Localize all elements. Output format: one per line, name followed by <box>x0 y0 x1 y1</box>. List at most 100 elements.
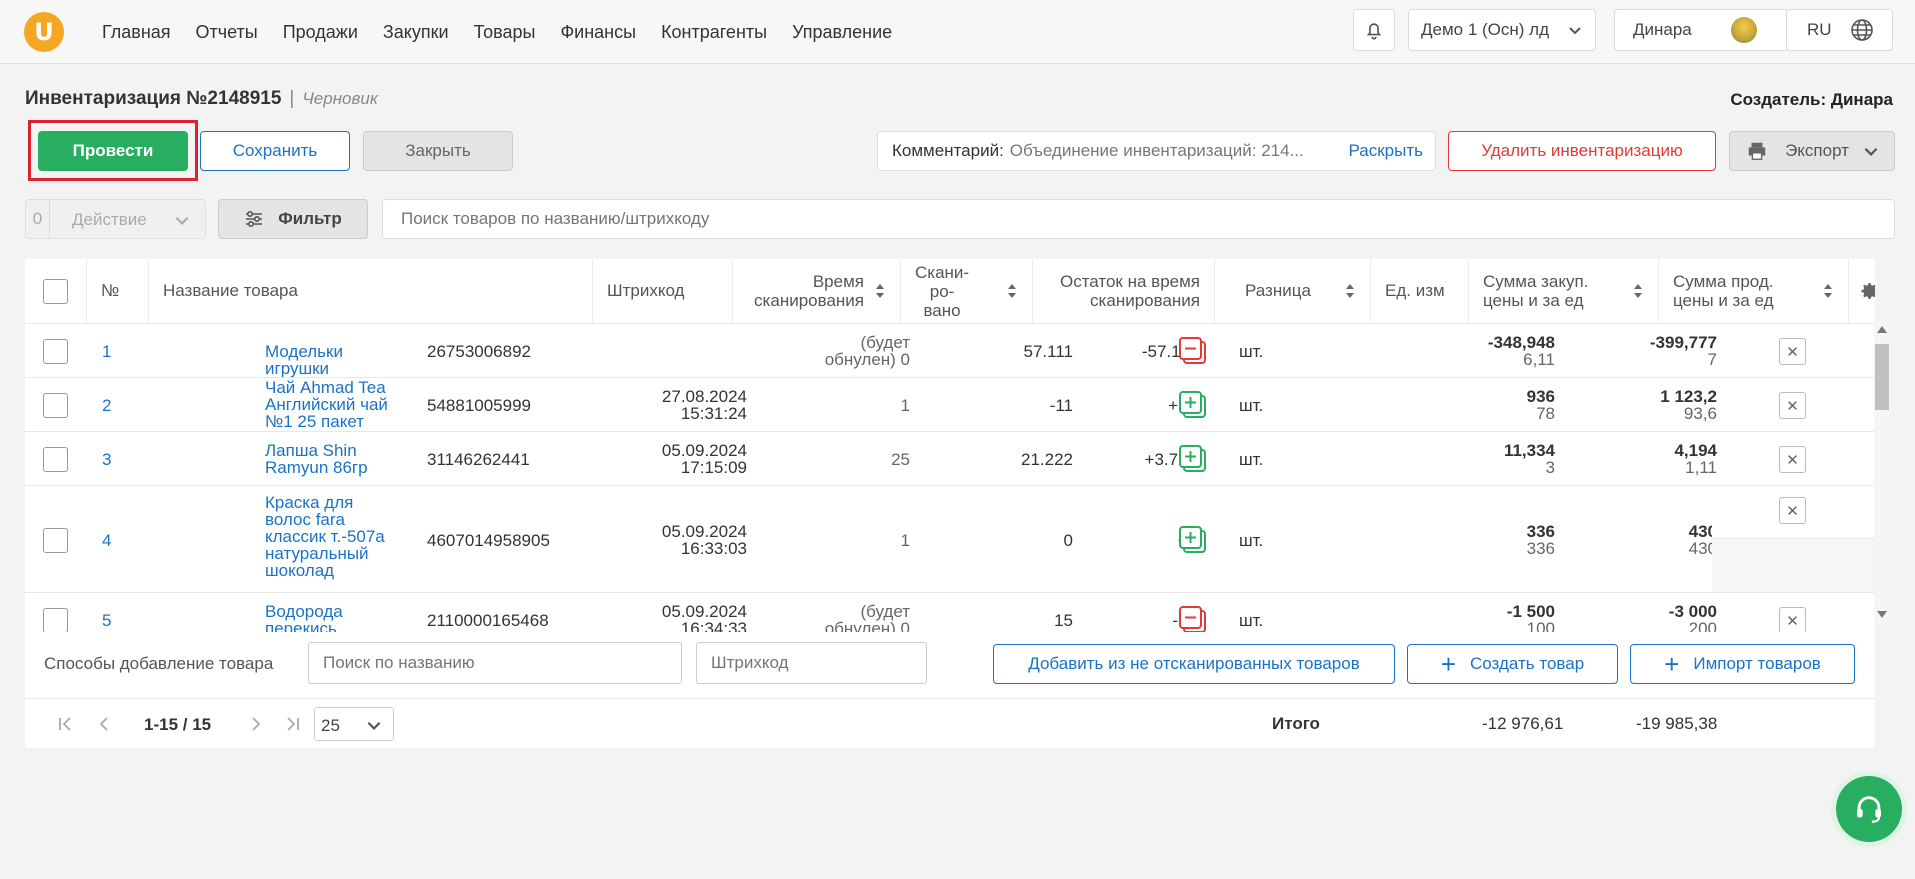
export-button[interactable]: Экспорт <box>1729 131 1895 171</box>
header-purchase-sum[interactable]: Сумма закуп. цены и за ед <box>1469 259 1659 323</box>
table-row: 2 Чай Ahmad Tea Английский чай №1 25 паке… <box>25 377 1875 431</box>
purchase-sum: 11,334 3 <box>1503 441 1555 477</box>
nav-item-purchases[interactable]: Закупки <box>383 22 449 43</box>
gear-icon[interactable] <box>1860 281 1875 301</box>
surplus-icon <box>1179 445 1206 472</box>
stock-at-scan: 15 <box>1054 611 1073 630</box>
language-selector[interactable]: RU <box>1786 9 1893 51</box>
product-search-input[interactable] <box>382 199 1895 239</box>
nav-item-contractors[interactable]: Контрагенты <box>661 22 767 43</box>
nav-item-products[interactable]: Товары <box>474 22 536 43</box>
page-size-select[interactable]: 25 <box>314 707 394 741</box>
row-checkbox[interactable] <box>43 608 68 632</box>
app-logo[interactable]: U <box>24 12 64 52</box>
header-difference[interactable]: Разница <box>1215 259 1371 323</box>
remove-row-button[interactable]: ✕ <box>1779 497 1806 524</box>
add-by-name-input[interactable] <box>308 642 682 684</box>
unit-of-measure: шт. <box>1239 530 1264 550</box>
first-page-icon[interactable] <box>57 715 75 733</box>
row-checkbox[interactable] <box>43 447 68 472</box>
purchase-sum: -348,948 6,11 <box>1487 333 1555 369</box>
import-products-button[interactable]: + Импорт товаров <box>1630 644 1855 684</box>
nav-item-home[interactable]: Главная <box>102 22 171 43</box>
selected-count: 0 <box>26 200 50 238</box>
scroll-down-arrow[interactable] <box>1877 611 1887 618</box>
scroll-up-arrow[interactable] <box>1877 326 1887 333</box>
comment-box: Комментарий: Объединение инвентаризаций:… <box>877 131 1436 171</box>
page-range: 1-15 / 15 <box>144 715 212 734</box>
nav-item-management[interactable]: Управление <box>792 22 892 43</box>
table-row: 5 Водорода перекись 2110000165468 05.09.202… <box>25 592 1875 632</box>
create-product-button[interactable]: + Создать товар <box>1407 644 1618 684</box>
row-number[interactable]: 1 <box>102 343 111 360</box>
product-name-link[interactable]: Модельки игрушки <box>265 343 395 377</box>
remove-row-button[interactable]: ✕ <box>1779 446 1806 473</box>
support-chat-button[interactable] <box>1836 776 1902 842</box>
document-creator: Создатель: Динара <box>1730 90 1893 109</box>
bell-icon <box>1366 23 1382 40</box>
filter-button[interactable]: Фильтр <box>218 199 368 239</box>
product-name-link[interactable]: Краска для волос fara классик т.-507а на… <box>265 494 395 579</box>
product-barcode: 31146262441 <box>427 450 530 469</box>
row-number[interactable]: 2 <box>102 397 111 414</box>
header-scanned[interactable]: Скани-ро-вано <box>901 259 1033 323</box>
headset-icon <box>1856 796 1882 823</box>
document-title: Инвентаризация №2148915 <box>25 88 282 109</box>
row-checkbox[interactable] <box>43 527 68 553</box>
product-barcode: 4607014958905 <box>427 530 550 550</box>
header-select <box>25 259 87 323</box>
product-name-link[interactable]: Чай Ahmad Tea Английский чай №1 25 пакет <box>265 379 395 430</box>
sale-sum: -399,777 7 <box>1649 333 1717 369</box>
delete-inventory-button[interactable]: Удалить инвентаризацию <box>1448 131 1716 171</box>
remove-row-button[interactable]: ✕ <box>1779 338 1806 365</box>
row-action-shade <box>1712 539 1875 592</box>
row-checkbox[interactable] <box>43 393 68 418</box>
scan-time: 05.09.2024 16:33:03 <box>661 521 747 558</box>
scanned-quantity: (будет обнулен) 0 <box>824 333 910 369</box>
inventory-table: № Название товара Штрихкод Время сканиров… <box>25 259 1875 632</box>
prev-page-icon[interactable] <box>95 715 113 733</box>
unit-of-measure: шт. <box>1239 611 1264 630</box>
chevron-down-icon <box>1864 147 1878 156</box>
store-selector[interactable]: Демо 1 (Осн) лд <box>1408 9 1596 51</box>
notifications-button[interactable] <box>1353 9 1395 51</box>
pagination-bar: 1-15 / 15 25 Итого -12 976,61 -19 985,38 <box>25 698 1875 748</box>
last-page-icon[interactable] <box>283 715 301 733</box>
user-menu[interactable]: Динара <box>1614 9 1788 51</box>
save-button[interactable]: Сохранить <box>200 131 350 171</box>
header-barcode: Штрихкод <box>593 259 733 323</box>
add-product-bar: Способы добавление товара Добавить из не… <box>25 632 1875 698</box>
expand-comment-link[interactable]: Раскрыть <box>1349 141 1423 161</box>
scroll-thumb[interactable] <box>1875 344 1889 410</box>
product-name-link[interactable]: Водорода перекись <box>265 603 395 632</box>
row-number[interactable]: 5 <box>102 612 111 629</box>
header-scan-time[interactable]: Время сканирования <box>733 259 901 323</box>
table-scrollbar[interactable] <box>1874 322 1890 624</box>
page-title: Инвентаризация №2148915 | Черновик <box>25 88 378 110</box>
sort-icon <box>1824 284 1832 298</box>
unit-of-measure: шт. <box>1239 450 1264 469</box>
shortage-icon <box>1179 337 1206 364</box>
comment-text: Объединение инвентаризаций: 214... <box>1009 141 1304 160</box>
bulk-action-select[interactable]: 0 Действие <box>25 199 206 239</box>
sort-icon <box>876 284 884 298</box>
add-from-unscanned-button[interactable]: Добавить из не отсканированных товаров <box>993 644 1395 684</box>
post-button[interactable]: Провести <box>38 131 188 171</box>
top-navigation-bar: U Главная Отчеты Продажи Закупки Товары … <box>0 0 1915 64</box>
header-unit: Ед. изм <box>1371 259 1469 323</box>
header-sale-sum[interactable]: Сумма прод. цены и за ед <box>1659 259 1849 323</box>
close-button[interactable]: Закрыть <box>363 131 513 171</box>
remove-row-button[interactable]: ✕ <box>1779 607 1806 632</box>
row-number[interactable]: 4 <box>102 532 111 549</box>
product-name-link[interactable]: Лапша Shin Ramyun 86гр <box>265 442 395 476</box>
row-number[interactable]: 3 <box>102 451 111 468</box>
next-page-icon[interactable] <box>247 715 265 733</box>
plus-icon: + <box>1664 648 1680 679</box>
nav-item-sales[interactable]: Продажи <box>283 22 358 43</box>
row-checkbox[interactable] <box>43 339 68 364</box>
nav-item-reports[interactable]: Отчеты <box>196 22 258 43</box>
nav-item-finance[interactable]: Финансы <box>560 22 636 43</box>
remove-row-button[interactable]: ✕ <box>1779 392 1806 419</box>
header-product-name: Название товара <box>149 259 593 323</box>
add-by-barcode-input[interactable] <box>696 642 927 684</box>
